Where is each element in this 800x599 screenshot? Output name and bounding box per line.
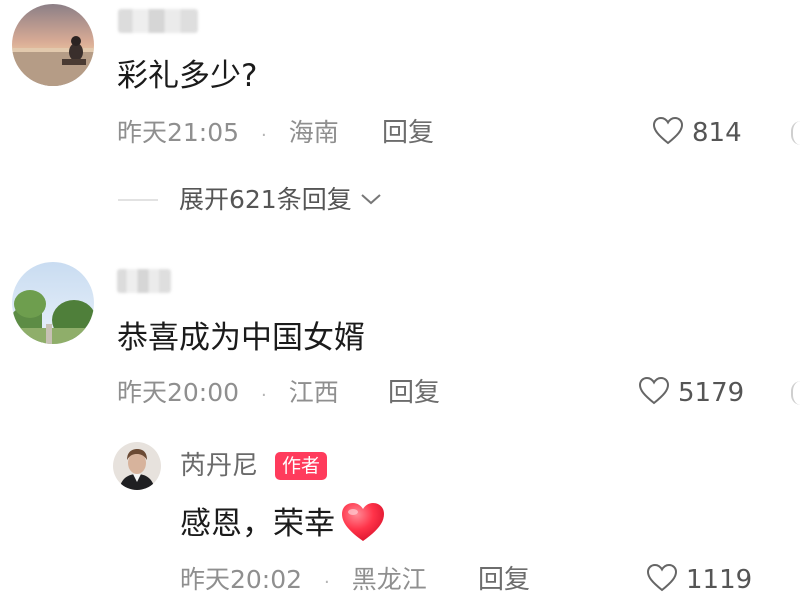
reply-meta: 昨天20:02 · 黑龙江 xyxy=(180,564,427,599)
reply-button[interactable]: 回复 xyxy=(388,377,440,409)
comment-time: 昨天20:00 xyxy=(117,378,240,407)
author-name[interactable]: 芮丹尼 xyxy=(180,450,258,482)
expand-divider xyxy=(118,199,158,201)
comment-text: 彩礼多少? xyxy=(117,58,258,94)
meta-separator: · xyxy=(261,125,267,146)
heart-outline-icon xyxy=(646,563,678,597)
reply-text: 感恩，荣幸 xyxy=(180,500,387,548)
like-button[interactable]: 814 xyxy=(652,116,742,150)
like-button[interactable]: 5179 xyxy=(638,376,744,410)
reply-button[interactable]: 回复 xyxy=(478,564,530,596)
like-count: 1119 xyxy=(686,565,753,595)
like-count: 814 xyxy=(692,118,742,148)
more-icon[interactable] xyxy=(791,121,800,145)
reply-text-content: 感恩，荣幸 xyxy=(180,506,335,542)
author-avatar[interactable] xyxy=(113,442,161,490)
author-badge: 作者 xyxy=(275,452,328,480)
meta-separator: · xyxy=(324,572,330,593)
reply-button[interactable]: 回复 xyxy=(382,117,434,149)
comment-time: 昨天21:05 xyxy=(117,118,240,147)
comment-meta: 昨天21:05 · 海南 xyxy=(117,117,339,152)
chevron-down-icon xyxy=(360,191,382,210)
heart-outline-icon xyxy=(638,376,670,410)
username-masked xyxy=(117,269,171,293)
username-masked xyxy=(118,9,198,33)
avatar[interactable] xyxy=(12,4,94,86)
expand-replies-label: 展开621条回复 xyxy=(179,185,352,214)
meta-separator: · xyxy=(261,385,267,406)
comment-meta: 昨天20:00 · 江西 xyxy=(117,377,339,412)
like-button[interactable]: 1119 xyxy=(646,563,752,597)
heart-emoji-icon xyxy=(339,500,387,548)
comment-location: 江西 xyxy=(288,378,339,407)
reply-time: 昨天20:02 xyxy=(180,565,303,594)
expand-replies-button[interactable]: 展开621条回复 xyxy=(179,184,382,216)
heart-outline-icon xyxy=(652,116,684,150)
avatar[interactable] xyxy=(12,262,94,344)
comment-text: 恭喜成为中国女婿 xyxy=(117,320,365,356)
more-icon[interactable] xyxy=(791,381,800,405)
like-count: 5179 xyxy=(678,378,745,408)
reply-location: 黑龙江 xyxy=(351,565,427,594)
comment-location: 海南 xyxy=(288,118,339,147)
